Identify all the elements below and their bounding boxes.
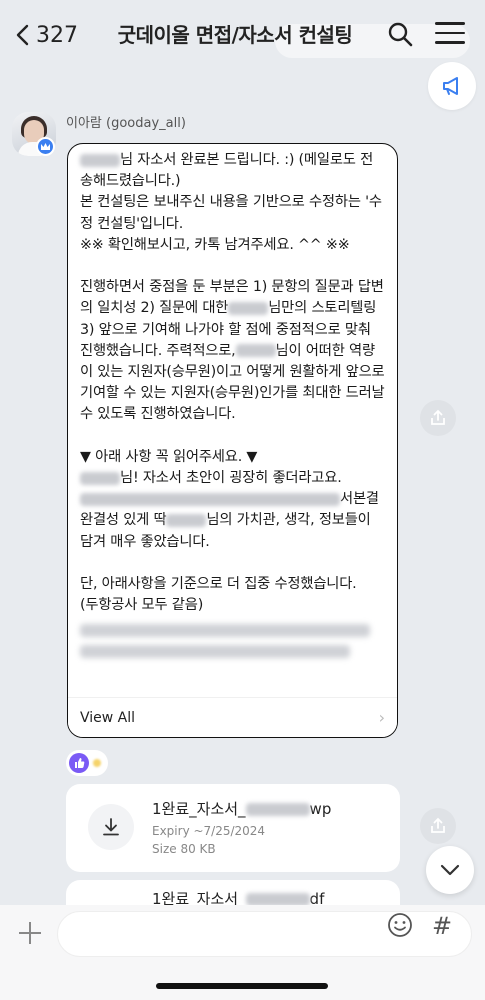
scroll-down-button[interactable] (426, 846, 474, 894)
file-name: 1완료_자소서_ wp (152, 800, 332, 818)
share-icon (431, 817, 445, 833)
view-all-row[interactable]: View All › (68, 697, 397, 737)
redacted-line (80, 624, 370, 638)
hamburger-menu-icon[interactable] (435, 22, 465, 46)
announcement-button[interactable] (428, 62, 476, 110)
megaphone-icon (443, 77, 458, 95)
redacted-name (80, 153, 120, 167)
share-button[interactable] (420, 808, 456, 844)
file-size: Size 80 KB (152, 842, 216, 856)
file-expiry: Expiry ~7/25/2024 (152, 824, 266, 838)
chat-header: 327 굿데이올 면접/자소서 컨설팅 (0, 0, 485, 70)
redacted-line (80, 645, 350, 659)
thumbs-up-icon (69, 753, 89, 773)
message-bubble[interactable]: 님 자소서 완료본 드립니다. :) (메일로도 전송해드렸습니다.) 본 컨설… (67, 143, 398, 738)
back-count: 327 (36, 22, 78, 48)
home-indicator (156, 983, 328, 989)
sender-name: 이아람 (gooday_all) (66, 116, 186, 131)
crown-badge-icon (36, 137, 55, 156)
chevron-down-icon (440, 864, 460, 876)
chevron-left-icon (16, 24, 29, 46)
redacted-name (80, 471, 120, 485)
message-text: 님 자소서 완료본 드립니다. :) (메일로도 전송해드렸습니다.) 본 컨설… (80, 152, 389, 614)
file-attachment[interactable]: 1완료_자소서_ wp Expiry ~7/25/2024 Size 80 KB (66, 784, 400, 872)
hash-icon[interactable]: # (432, 912, 452, 940)
view-all-link[interactable]: View All (80, 710, 135, 726)
redacted-name (235, 344, 276, 358)
plus-icon[interactable] (16, 919, 44, 947)
reaction-badge[interactable] (66, 750, 108, 776)
redacted-text (80, 492, 340, 506)
share-icon (431, 409, 445, 425)
share-button[interactable] (420, 400, 456, 436)
search-icon[interactable] (386, 20, 414, 48)
chat-title: 굿데이올 면접/자소서 컨설팅 (117, 23, 353, 47)
download-icon[interactable] (88, 804, 134, 850)
redacted-filename (245, 803, 310, 816)
redacted-name (228, 301, 269, 315)
redacted-name (166, 513, 207, 527)
emoji-icon[interactable] (386, 911, 414, 939)
chevron-right-icon: › (378, 708, 385, 727)
back-button[interactable]: 327 (14, 18, 78, 52)
